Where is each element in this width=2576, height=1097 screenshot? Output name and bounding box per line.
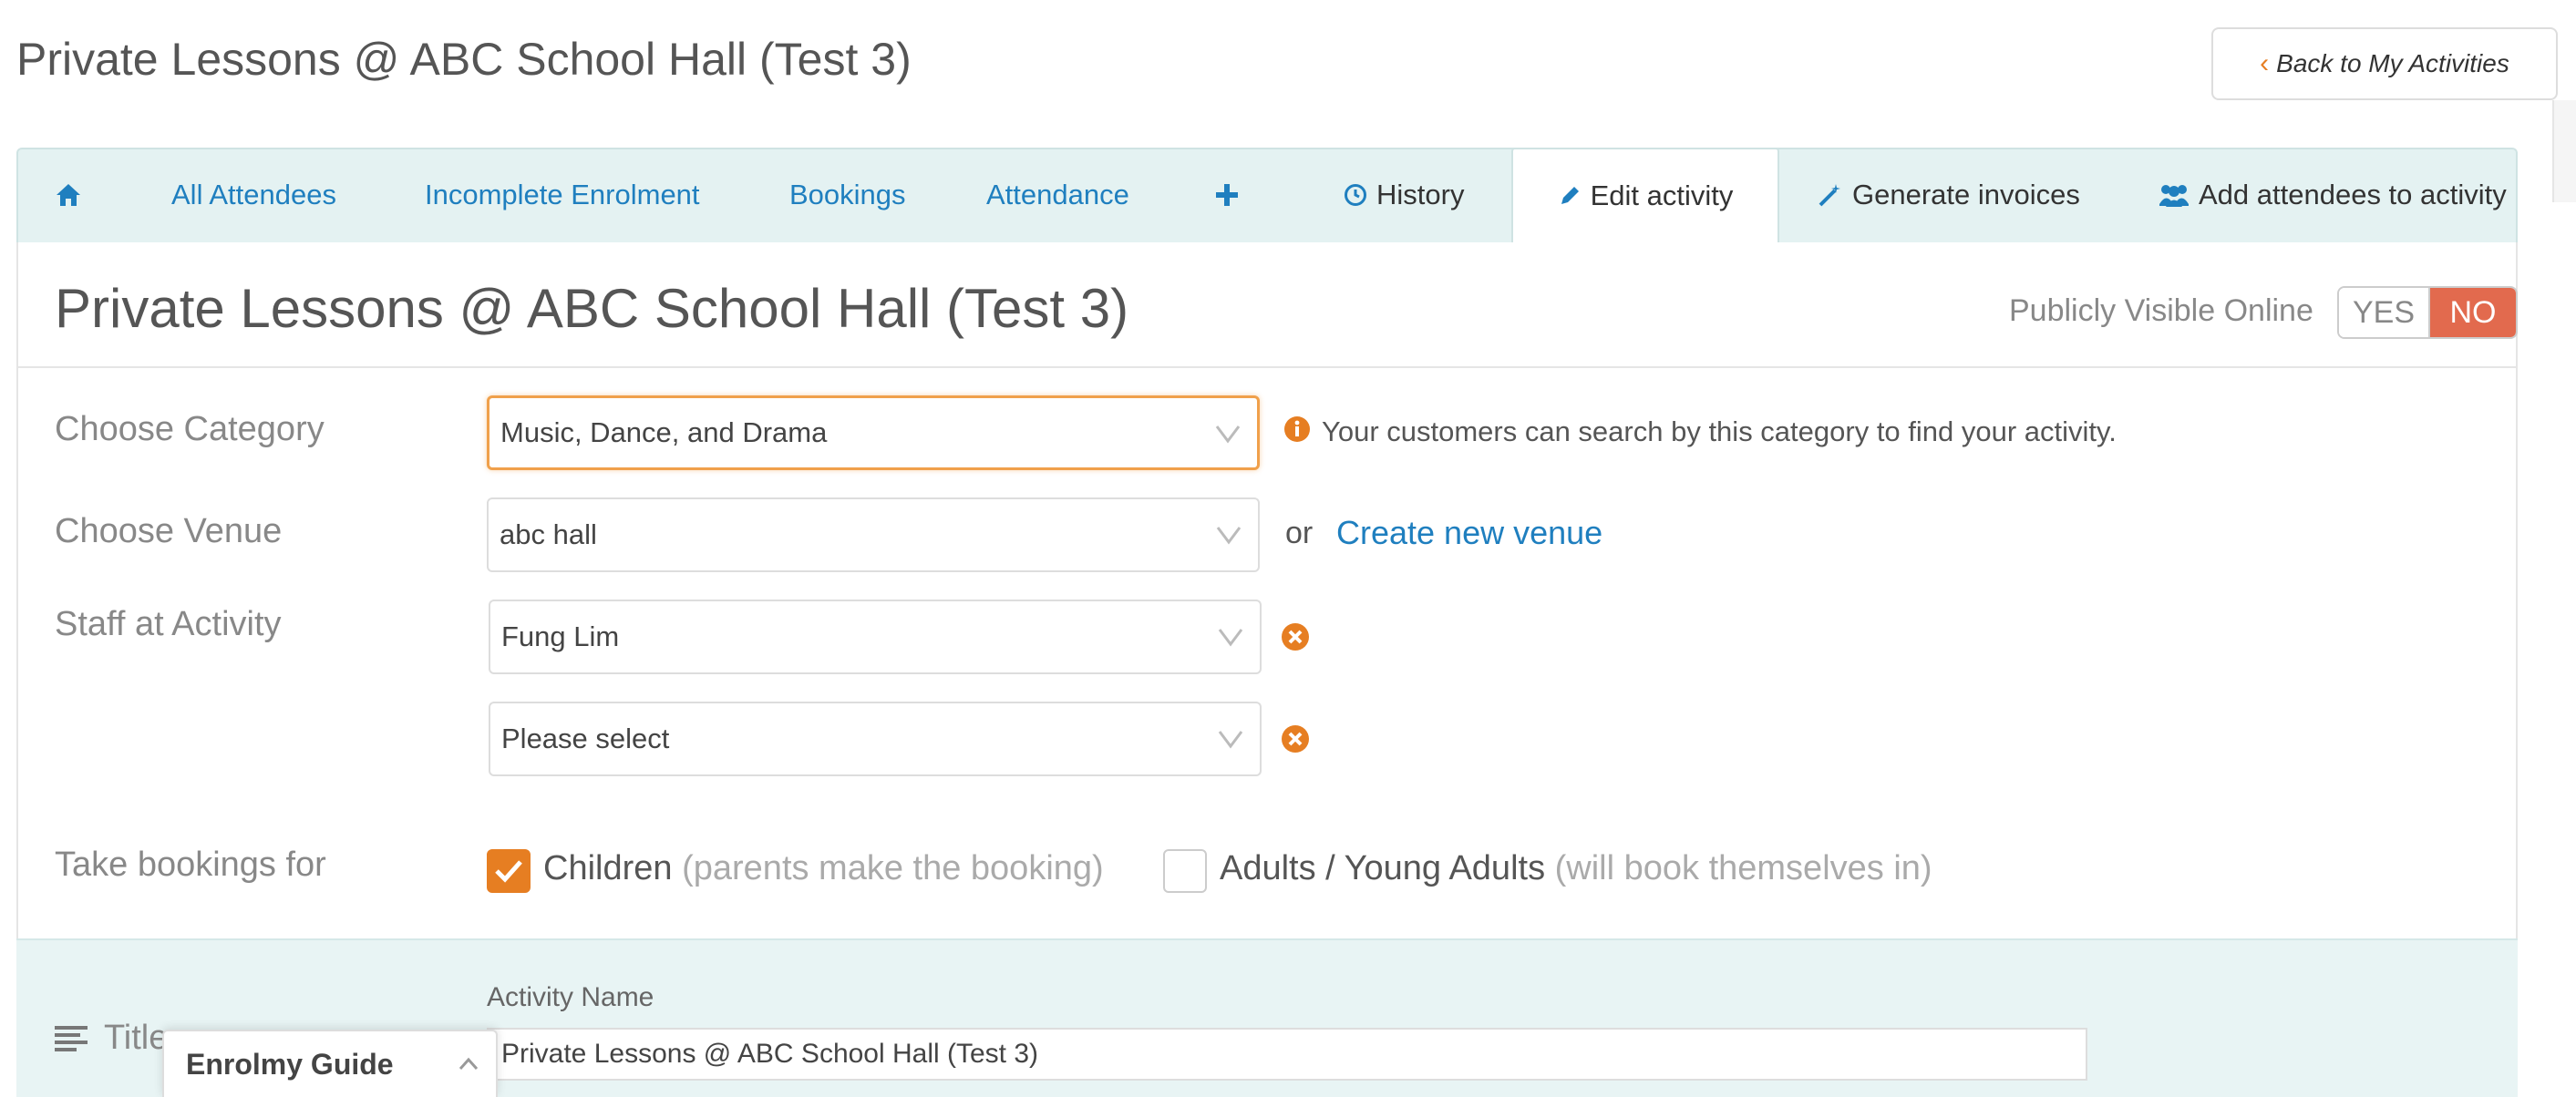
clock-icon <box>1345 184 1366 206</box>
tab-bookings-label: Bookings <box>789 179 906 210</box>
tab-history[interactable]: History <box>1344 148 1464 242</box>
children-checkbox[interactable] <box>487 849 531 893</box>
activity-name-label: Activity Name <box>487 982 654 1012</box>
pencil-icon <box>1561 187 1579 204</box>
tab-edit-activity-label: Edit activity <box>1590 179 1734 211</box>
side-strip <box>2552 100 2576 202</box>
category-hint: Your customers can search by this catego… <box>1322 415 2117 447</box>
category-label: Choose Category <box>55 410 325 448</box>
tab-generate-invoices[interactable]: Generate invoices <box>1818 148 2080 242</box>
tab-attendance[interactable]: Attendance <box>986 148 1129 242</box>
enrolmy-guide-widget[interactable]: Enrolmy Guide <box>162 1030 498 1097</box>
children-label: Children <box>543 849 673 887</box>
tab-attendance-label: Attendance <box>986 179 1129 210</box>
visibility-yes[interactable]: YES <box>2339 288 2428 337</box>
page-title: Private Lessons @ ABC School Hall (Test … <box>16 34 912 85</box>
tab-bookings[interactable]: Bookings <box>789 148 906 242</box>
staff-value-2: Please select <box>501 723 670 754</box>
tab-home[interactable] <box>55 148 91 242</box>
activity-name-input[interactable]: Private Lessons @ ABC School Hall (Test … <box>487 1028 2087 1081</box>
venue-or-text: or <box>1285 516 1314 550</box>
adults-label: Adults / Young Adults <box>1220 849 1546 887</box>
title-label-text: Title <box>104 1019 169 1057</box>
tab-incomplete-enrolment-label: Incomplete Enrolment <box>425 179 700 210</box>
users-icon <box>2159 185 2189 207</box>
venue-select[interactable]: abc hall <box>487 497 1260 572</box>
tab-history-label: History <box>1376 179 1465 210</box>
adults-checkbox[interactable] <box>1163 849 1207 893</box>
tab-bar <box>16 148 2518 242</box>
tab-edit-activity[interactable]: Edit activity <box>1511 148 1779 242</box>
chevron-down-icon <box>1218 731 1243 749</box>
chevron-down-icon <box>1218 629 1243 647</box>
back-to-activities-button[interactable]: ‹ Back to My Activities <box>2211 27 2558 100</box>
tab-generate-invoices-label: Generate invoices <box>1852 179 2080 210</box>
category-value: Music, Dance, and Drama <box>500 416 828 448</box>
check-icon <box>495 860 522 883</box>
chevron-down-icon <box>1215 425 1241 444</box>
children-sublabel: (parents make the booking) <box>682 849 1104 887</box>
staff-select-1[interactable]: Fung Lim <box>489 600 1262 674</box>
activity-heading: Private Lessons @ ABC School Hall (Test … <box>55 278 1129 339</box>
create-venue-link[interactable]: Create new venue <box>1336 514 1602 552</box>
tab-all-attendees-label: All Attendees <box>171 179 336 210</box>
staff-label: Staff at Activity <box>55 605 282 643</box>
chevron-left-icon: ‹ <box>2260 48 2270 78</box>
tab-add-attendees-label: Add attendees to activity <box>2199 179 2507 210</box>
staff-select-2[interactable]: Please select <box>489 702 1262 776</box>
chevron-down-icon <box>1216 527 1242 545</box>
chevron-up-icon <box>459 1057 479 1071</box>
visibility-toggle[interactable]: YES NO <box>2337 286 2518 339</box>
align-left-icon <box>55 1025 88 1051</box>
magic-wand-icon <box>1819 184 1840 207</box>
remove-staff-icon[interactable] <box>1280 621 1311 652</box>
adults-sublabel: (will book themselves in) <box>1554 849 1932 887</box>
home-icon <box>57 184 80 206</box>
back-button-label: Back to My Activities <box>2276 49 2509 77</box>
category-select[interactable]: Music, Dance, and Drama <box>487 395 1260 470</box>
children-option[interactable]: Children (parents make the booking) <box>543 849 1104 888</box>
venue-label: Choose Venue <box>55 512 283 550</box>
info-icon <box>1284 416 1310 442</box>
visibility-no[interactable]: NO <box>2428 288 2516 337</box>
title-row-label: Title <box>55 1019 168 1058</box>
tab-add-attendees[interactable]: Add attendees to activity <box>2159 148 2507 242</box>
adults-option[interactable]: Adults / Young Adults (will book themsel… <box>1220 849 1932 888</box>
tab-all-attendees[interactable]: All Attendees <box>171 148 336 242</box>
venue-value: abc hall <box>500 518 597 550</box>
tab-incomplete-enrolment[interactable]: Incomplete Enrolment <box>425 148 700 242</box>
tab-add[interactable] <box>1214 148 1240 242</box>
plus-icon <box>1216 184 1238 206</box>
header-divider <box>16 366 2518 368</box>
visibility-label: Publicly Visible Online <box>2009 293 2313 328</box>
remove-staff-icon[interactable] <box>1280 723 1311 754</box>
guide-label: Enrolmy Guide <box>186 1047 394 1081</box>
bookings-for-label: Take bookings for <box>55 846 326 884</box>
staff-value-1: Fung Lim <box>501 620 620 652</box>
